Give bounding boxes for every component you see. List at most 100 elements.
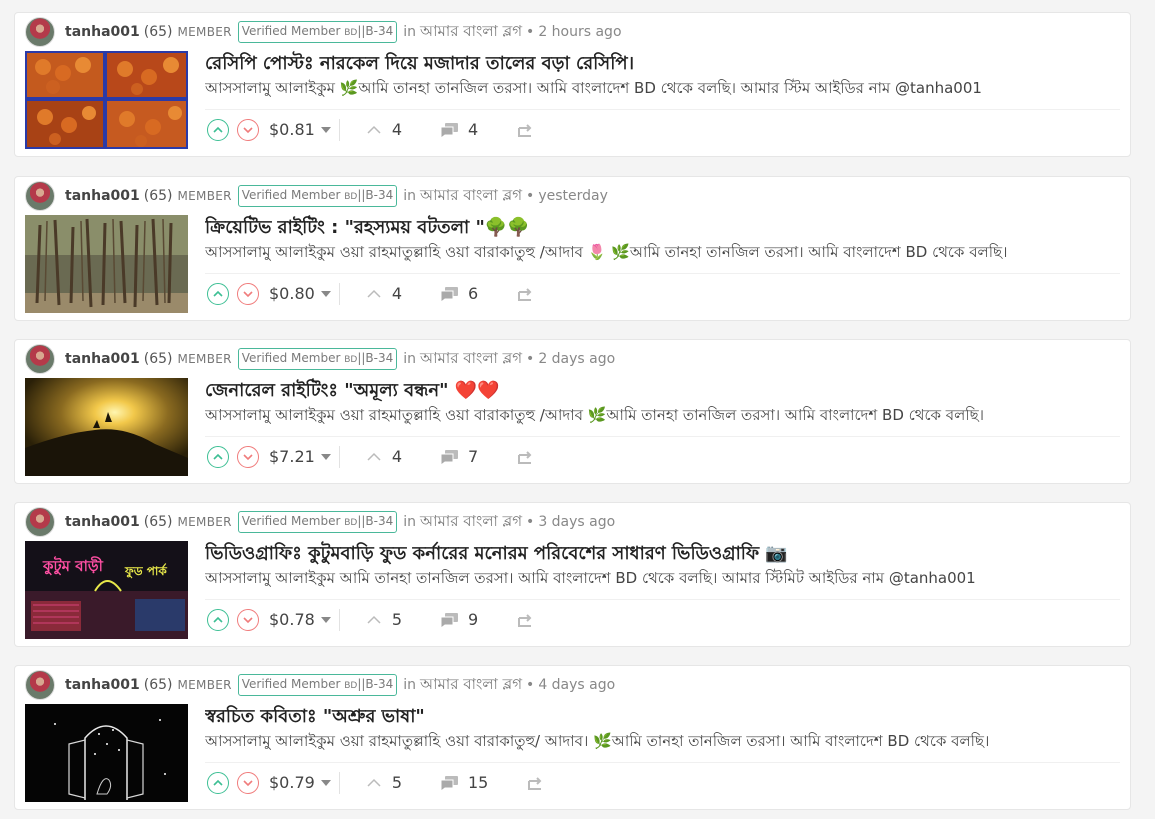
post-footer: $0.80 4 6 <box>205 273 1120 313</box>
upvote-button[interactable] <box>207 118 229 141</box>
post-timestamp[interactable]: 2 hours ago <box>538 24 621 40</box>
comment-count[interactable]: 6 <box>468 284 478 303</box>
comments-icon[interactable] <box>440 286 460 302</box>
post-summary[interactable]: আসসালামু আলাইকুম ওয়া রাহমাতুল্লাহি ওয়া… <box>205 241 1120 265</box>
divider <box>338 118 340 141</box>
payout-value[interactable]: $0.79 <box>269 773 315 792</box>
post-title[interactable]: জেনারেল রাইটিংঃ "অমূল্য বন্ধন" ❤️❤️ <box>205 376 1120 402</box>
comment-count[interactable]: 15 <box>468 773 488 792</box>
downvote-button[interactable] <box>237 118 259 141</box>
post-feed: tanha001 (65) MEMBER Verified Member BD|… <box>0 0 1155 819</box>
divider <box>338 445 340 468</box>
comments-icon[interactable] <box>440 612 460 628</box>
post-title[interactable]: ভিডিওগ্রাফিঃ কুটুমবাড়ি ফুড কর্নারের মনো… <box>205 539 1120 565</box>
comment-count[interactable]: 7 <box>468 447 478 466</box>
post-thumbnail[interactable] <box>25 704 188 802</box>
post-thumbnail[interactable]: কুটুম বাড়ী ফুড পার্ক <box>25 541 188 639</box>
post-card: tanha001 (65) MEMBER Verified Member BD|… <box>14 502 1131 647</box>
post-timestamp[interactable]: 3 days ago <box>538 514 615 530</box>
author-reputation: (65) <box>143 24 173 40</box>
in-label: in <box>403 351 417 367</box>
author-link[interactable]: tanha001 <box>65 188 140 204</box>
comments-icon[interactable] <box>440 122 460 138</box>
payout-value[interactable]: $0.78 <box>269 610 315 629</box>
separator-dot: • <box>526 24 535 40</box>
chevron-up-icon <box>213 453 223 460</box>
author-link[interactable]: tanha001 <box>65 677 140 693</box>
post-thumbnail[interactable] <box>25 51 188 149</box>
avatar[interactable] <box>25 344 55 374</box>
payout-dropdown-icon[interactable] <box>320 290 331 297</box>
avatar[interactable] <box>25 181 55 211</box>
post-thumbnail[interactable] <box>25 215 188 313</box>
payout-value[interactable]: $7.21 <box>269 447 315 466</box>
member-role: MEMBER <box>177 189 232 203</box>
reblog-icon[interactable] <box>516 122 536 138</box>
downvote-button[interactable] <box>237 282 259 305</box>
votes-chevron-icon <box>364 287 384 301</box>
payout-dropdown-icon[interactable] <box>320 453 331 460</box>
community-link[interactable]: আমার বাংলা ব্লগ <box>420 347 522 372</box>
vote-count-button[interactable]: 5 <box>364 773 402 792</box>
downvote-button[interactable] <box>237 771 259 794</box>
post-timestamp[interactable]: yesterday <box>538 188 608 204</box>
member-role: MEMBER <box>177 678 232 692</box>
author-link[interactable]: tanha001 <box>65 351 140 367</box>
vote-count-button[interactable]: 4 <box>364 284 402 303</box>
community-link[interactable]: আমার বাংলা ব্লগ <box>420 673 522 698</box>
vote-count: 5 <box>391 773 402 792</box>
payout-value[interactable]: $0.81 <box>269 120 315 139</box>
reblog-icon[interactable] <box>516 449 536 465</box>
post-timestamp[interactable]: 2 days ago <box>538 351 615 367</box>
reblog-icon[interactable] <box>516 286 536 302</box>
comment-count[interactable]: 4 <box>468 120 478 139</box>
downvote-button[interactable] <box>237 445 259 468</box>
reblog-icon[interactable] <box>526 775 546 791</box>
verified-badge: Verified Member BD||B-34 <box>237 674 398 696</box>
post-title[interactable]: রেসিপি পোস্টঃ নারকেল দিয়ে মজাদার তালের … <box>205 49 1120 75</box>
payout-dropdown-icon[interactable] <box>320 779 331 786</box>
avatar[interactable] <box>25 507 55 537</box>
post-summary[interactable]: আসসালামু আলাইকুম আমি তানহা তানজিল তরসা। … <box>205 567 1120 591</box>
payout-dropdown-icon[interactable] <box>320 126 331 133</box>
downvote-button[interactable] <box>237 608 259 631</box>
author-link[interactable]: tanha001 <box>65 24 140 40</box>
in-label: in <box>403 677 417 693</box>
avatar[interactable] <box>25 17 55 47</box>
vote-count-button[interactable]: 4 <box>364 120 402 139</box>
comments-icon[interactable] <box>440 775 460 791</box>
comment-count[interactable]: 9 <box>468 610 478 629</box>
divider <box>338 771 340 794</box>
payout-dropdown-icon[interactable] <box>320 616 331 623</box>
post-card: tanha001 (65) MEMBER Verified Member BD|… <box>14 12 1131 157</box>
post-timestamp[interactable]: 4 days ago <box>538 677 615 693</box>
post-title[interactable]: ক্রিয়েটিভ রাইটিং : "রহস্যময় বটতলা "🌳🌳 <box>205 213 1120 239</box>
upvote-button[interactable] <box>207 445 229 468</box>
badge-small: BD <box>344 518 358 528</box>
upvote-button[interactable] <box>207 608 229 631</box>
post-summary[interactable]: আসসালামু আলাইকুম ওয়া রাহমাতুল্লাহি ওয়া… <box>205 730 1120 754</box>
payout-value[interactable]: $0.80 <box>269 284 315 303</box>
author-link[interactable]: tanha001 <box>65 514 140 530</box>
vote-count-button[interactable]: 4 <box>364 447 402 466</box>
author-reputation: (65) <box>143 514 173 530</box>
votes-chevron-icon <box>364 123 384 137</box>
post-thumbnail[interactable] <box>25 378 188 476</box>
post-summary[interactable]: আসসালামু আলাইকুম 🌿আমি তানহা তানজিল তরসা।… <box>205 77 1120 101</box>
comments-icon[interactable] <box>440 449 460 465</box>
community-link[interactable]: আমার বাংলা ব্লগ <box>420 20 522 45</box>
post-header: tanha001 (65) MEMBER Verified Member BD|… <box>25 181 608 211</box>
badge-tail: ||B-34 <box>357 188 394 202</box>
post-summary[interactable]: আসসালামু আলাইকুম ওয়া রাহমাতুল্লাহি ওয়া… <box>205 404 1120 428</box>
upvote-button[interactable] <box>207 771 229 794</box>
post-footer: $7.21 4 7 <box>205 436 1120 476</box>
avatar[interactable] <box>25 670 55 700</box>
post-title[interactable]: স্বরচিত কবিতাঃ "অশ্রুর ভাষা" <box>205 702 1120 728</box>
community-link[interactable]: আমার বাংলা ব্লগ <box>420 510 522 535</box>
community-link[interactable]: আমার বাংলা ব্লগ <box>420 184 522 209</box>
vote-count-button[interactable]: 5 <box>364 610 402 629</box>
divider <box>338 282 340 305</box>
reblog-icon[interactable] <box>516 612 536 628</box>
chevron-down-icon <box>243 779 253 786</box>
upvote-button[interactable] <box>207 282 229 305</box>
